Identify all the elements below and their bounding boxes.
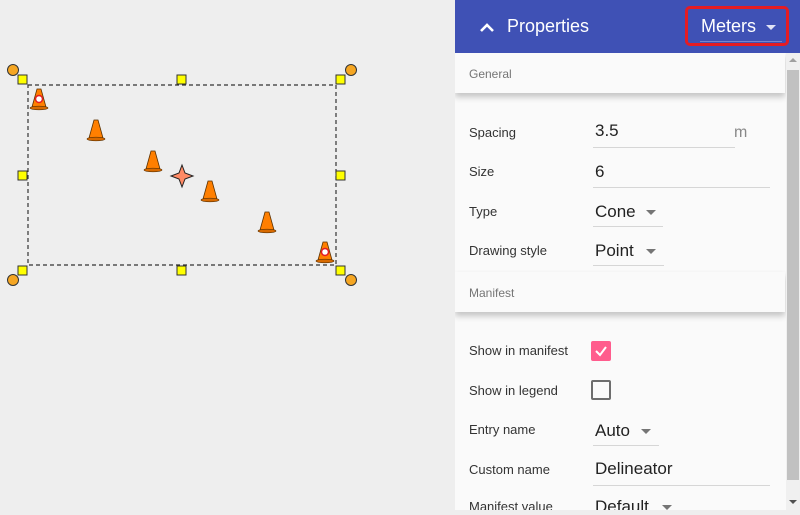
spacing-label: Spacing bbox=[469, 125, 516, 140]
show-in-manifest-label: Show in manifest bbox=[469, 343, 568, 358]
drawing-style-underline bbox=[593, 265, 664, 266]
section-title: Manifest bbox=[469, 286, 515, 300]
custom-name-label: Custom name bbox=[469, 462, 550, 477]
dropdown-arrow-icon bbox=[646, 249, 656, 254]
cone-marker[interactable] bbox=[315, 241, 335, 264]
dropdown-arrow-icon bbox=[646, 210, 656, 215]
size-underline bbox=[593, 187, 770, 188]
cone-marker[interactable] bbox=[143, 150, 163, 173]
center-star-icon[interactable] bbox=[169, 163, 195, 189]
spacing-input[interactable]: 3.5 bbox=[595, 121, 619, 141]
endpoint-handle[interactable] bbox=[320, 247, 330, 257]
resize-handle[interactable] bbox=[335, 265, 346, 276]
resize-handle[interactable] bbox=[335, 74, 346, 85]
size-label: Size bbox=[469, 164, 495, 179]
custom-name-input[interactable]: Delineator bbox=[595, 459, 673, 479]
resize-handle[interactable] bbox=[17, 74, 28, 85]
show-in-manifest-checkbox[interactable] bbox=[591, 341, 611, 361]
drawing-style-label: Drawing style bbox=[469, 243, 548, 258]
resize-handle[interactable] bbox=[17, 170, 28, 181]
scroll-down-icon[interactable] bbox=[789, 500, 797, 504]
type-underline bbox=[593, 226, 663, 227]
cone-marker[interactable] bbox=[86, 119, 106, 142]
rotate-handle[interactable] bbox=[345, 64, 357, 76]
type-label: Type bbox=[469, 204, 498, 219]
checkmark-icon bbox=[595, 346, 607, 357]
units-select[interactable]: Meters bbox=[685, 6, 789, 46]
resize-handle[interactable] bbox=[176, 74, 187, 85]
cone-marker[interactable] bbox=[200, 180, 220, 203]
chevron-up-icon[interactable] bbox=[477, 17, 497, 37]
manifest-value-label: Manifest value bbox=[469, 499, 553, 510]
spacing-underline bbox=[593, 147, 735, 148]
resize-handle[interactable] bbox=[335, 170, 346, 181]
cone-marker[interactable] bbox=[257, 211, 277, 234]
rotate-handle[interactable] bbox=[7, 274, 19, 286]
custom-name-underline bbox=[593, 485, 770, 486]
show-in-legend-label: Show in legend bbox=[469, 383, 558, 398]
entry-name-value: Auto bbox=[595, 421, 630, 440]
entry-name-underline bbox=[593, 445, 659, 446]
size-input[interactable]: 6 bbox=[595, 162, 604, 182]
resize-handle[interactable] bbox=[17, 265, 28, 276]
panel-header: Properties Meters bbox=[455, 0, 800, 53]
type-value: Cone bbox=[595, 202, 636, 221]
drawing-canvas[interactable] bbox=[0, 0, 455, 510]
panel-title: Properties bbox=[507, 16, 590, 36]
properties-panel: Spacing 3.5 m Size 6 Type Cone Drawing s… bbox=[455, 0, 800, 510]
dropdown-arrow-icon bbox=[641, 429, 651, 434]
show-in-legend-checkbox[interactable] bbox=[591, 380, 611, 400]
scrollbar[interactable] bbox=[786, 53, 800, 510]
spacing-unit: m bbox=[734, 124, 748, 141]
section-header-general[interactable]: General bbox=[455, 53, 785, 93]
cone-marker[interactable] bbox=[29, 88, 49, 111]
dropdown-arrow-icon bbox=[766, 25, 776, 30]
section-title: General bbox=[469, 67, 512, 81]
rotate-handle[interactable] bbox=[7, 64, 19, 76]
drawing-style-value: Point bbox=[595, 241, 634, 260]
rotate-handle[interactable] bbox=[345, 274, 357, 286]
units-value: Meters bbox=[701, 16, 757, 36]
endpoint-handle[interactable] bbox=[34, 94, 44, 104]
scrollbar-thumb[interactable] bbox=[787, 70, 799, 480]
section-header-manifest[interactable]: Manifest bbox=[455, 272, 785, 312]
scroll-up-icon[interactable] bbox=[789, 58, 797, 62]
canvas-svg bbox=[7, 64, 357, 286]
entry-name-label: Entry name bbox=[469, 422, 536, 437]
manifest-value-value: Default bbox=[595, 497, 649, 510]
dropdown-arrow-icon bbox=[662, 505, 672, 510]
resize-handle[interactable] bbox=[176, 265, 187, 276]
units-underline bbox=[700, 41, 782, 42]
